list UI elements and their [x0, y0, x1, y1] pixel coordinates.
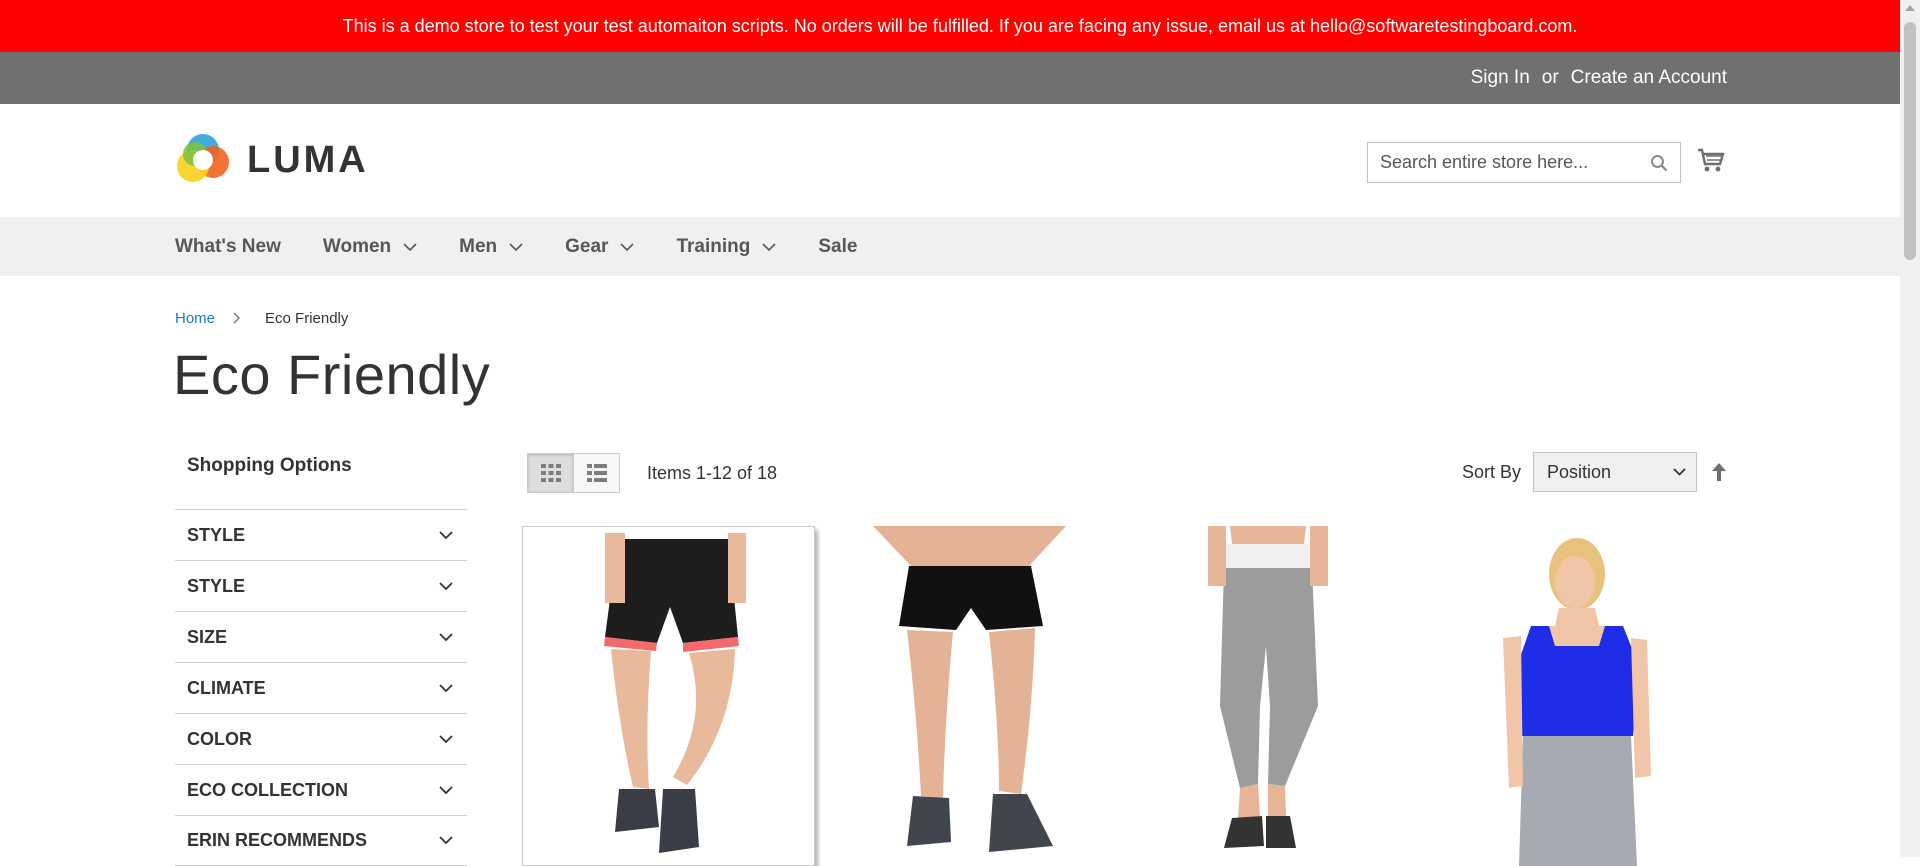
nav-label: Sale — [818, 235, 858, 257]
chevron-down-icon — [1673, 468, 1686, 476]
breadcrumb: Home Eco Friendly — [175, 308, 1920, 328]
breadcrumb-home-link[interactable]: Home — [175, 310, 215, 327]
chevron-right-icon — [233, 312, 241, 324]
filter-label: Color — [187, 728, 252, 749]
chevron-down-icon — [762, 243, 776, 252]
top-bar: Sign In or Create an Account — [0, 52, 1920, 104]
product-image[interactable] — [1120, 526, 1413, 866]
chevron-down-icon — [439, 632, 453, 641]
logo-text: LUMA — [247, 138, 369, 181]
grid-view-button[interactable] — [527, 453, 574, 493]
filter-eco-collection[interactable]: Eco Collection — [175, 764, 467, 815]
product-item[interactable] — [522, 526, 815, 866]
scrollbar-thumb[interactable] — [1904, 22, 1916, 260]
nav-item-men[interactable]: Men — [459, 236, 523, 258]
logo[interactable]: LUMA — [175, 132, 369, 188]
sort-by-label: Sort By — [1461, 461, 1521, 482]
view-mode-switcher — [527, 453, 620, 493]
sort-by-select[interactable]: Position — [1533, 452, 1697, 492]
chevron-down-icon — [439, 581, 453, 590]
scroll-up-arrow-icon[interactable] — [1905, 4, 1915, 12]
demo-notice-text: This is a demo store to test your test a… — [342, 15, 1578, 36]
page-title: Eco Friendly — [173, 343, 491, 406]
filter-label: Eco Collection — [187, 779, 348, 800]
filter-style[interactable]: Style — [175, 560, 467, 611]
product-image[interactable] — [821, 526, 1114, 866]
nav-label: Men — [459, 235, 498, 257]
toolbar-amount: Items 1-12 of 18 — [647, 463, 778, 483]
search-input[interactable] — [1368, 143, 1638, 182]
nav-item-training[interactable]: Training — [676, 236, 776, 258]
product-item[interactable] — [1120, 526, 1413, 866]
nav-label: Women — [322, 235, 392, 257]
main-navigation: What's New Women Men Gear Training Sale — [0, 217, 1920, 276]
filter-label: Erin Recommends — [187, 830, 368, 850]
product-image[interactable] — [523, 527, 815, 866]
luma-logo-icon — [177, 134, 229, 182]
chevron-down-icon — [403, 243, 417, 252]
filter-color[interactable]: Color — [175, 713, 467, 764]
chevron-down-icon — [439, 836, 453, 845]
product-item[interactable] — [1419, 526, 1712, 866]
breadcrumb-current: Eco Friendly — [265, 309, 349, 327]
nav-label: What's New — [175, 235, 281, 257]
filter-style[interactable]: Style — [175, 509, 467, 560]
shopping-options-title: Shopping Options — [187, 455, 352, 476]
sidebar-filters: Shopping Options Style Style Size Climat… — [175, 455, 467, 866]
search-icon[interactable] — [1650, 154, 1668, 172]
chevron-down-icon — [439, 530, 453, 539]
demo-notice-banner: This is a demo store to test your test a… — [0, 0, 1920, 52]
product-item[interactable] — [821, 526, 1114, 866]
nav-item-gear[interactable]: Gear — [565, 235, 635, 258]
nav-item-women[interactable]: Women — [323, 236, 417, 258]
products-toolbar: Items 1-12 of 18 Sort By Position — [527, 452, 1727, 494]
grid-icon — [540, 464, 561, 482]
cart-icon[interactable] — [1697, 146, 1725, 174]
sort-direction-arrow-up-icon[interactable] — [1711, 462, 1727, 482]
filter-climate[interactable]: Climate — [175, 662, 467, 713]
filter-label: Climate — [187, 677, 266, 698]
sign-in-link[interactable]: Sign In — [1471, 67, 1530, 89]
chevron-down-icon — [439, 734, 453, 743]
filter-size[interactable]: Size — [175, 611, 467, 662]
list-view-button[interactable] — [573, 453, 620, 493]
nav-item-whats-new[interactable]: What's New — [175, 236, 281, 258]
filter-erin-recommends[interactable]: Erin Recommends — [175, 815, 467, 866]
page-scrollbar[interactable] — [1900, 0, 1920, 857]
product-image[interactable] — [1419, 526, 1712, 866]
nav-label: Training — [676, 235, 751, 257]
nav-item-sale[interactable]: Sale — [818, 236, 857, 258]
filter-label: Size — [187, 626, 228, 647]
nav-label: Gear — [565, 235, 609, 257]
or-separator: or — [1541, 67, 1559, 88]
sort-by-value: Position — [1547, 461, 1612, 482]
chevron-down-icon — [620, 243, 635, 252]
chevron-down-icon — [439, 785, 453, 794]
header: LUMA — [0, 104, 1920, 217]
chevron-down-icon — [439, 683, 453, 692]
search-box — [1367, 142, 1681, 183]
sorter: Sort By Position — [1462, 452, 1727, 492]
filter-label: Style — [187, 575, 246, 596]
filter-label: Style — [187, 524, 246, 545]
product-grid — [522, 526, 1718, 866]
create-account-link[interactable]: Create an Account — [1571, 67, 1727, 89]
chevron-down-icon — [509, 243, 523, 252]
list-icon — [586, 464, 607, 482]
